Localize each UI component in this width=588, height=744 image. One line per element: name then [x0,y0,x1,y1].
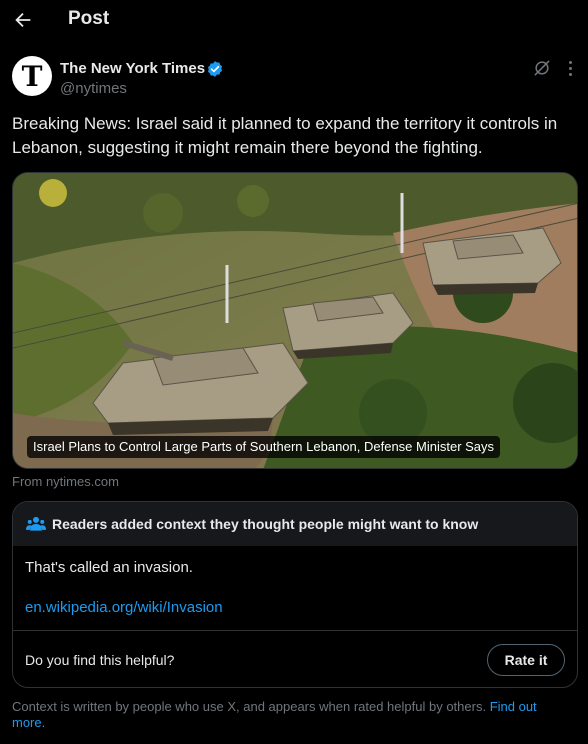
divider [13,630,577,631]
post-author: T The New York Times @nytimes [12,54,576,104]
grok-icon[interactable] [532,58,552,78]
verified-badge-icon [207,61,223,77]
top-bar: Post [0,0,588,40]
card-caption: Israel Plans to Control Large Parts of S… [27,436,501,458]
arrow-left-icon[interactable] [12,9,34,31]
community-note-header: Readers added context they thought peopl… [13,502,577,546]
community-note-link[interactable]: en.wikipedia.org/wiki/Invasion [25,599,223,616]
page-title: Post [68,8,110,29]
card-source[interactable]: From nytimes.com [12,474,119,489]
people-icon [26,516,46,531]
author-name[interactable]: The New York Times [60,60,205,77]
post-text: Breaking News: Israel said it planned to… [12,114,558,157]
community-note-title: Readers added context they thought peopl… [52,516,479,532]
helpful-question: Do you find this helpful? [25,652,175,668]
nyt-logo-icon: T [21,60,43,93]
avatar[interactable]: T [12,56,52,96]
link-card-image[interactable]: Israel Plans to Control Large Parts of S… [12,172,578,469]
more-options-icon[interactable] [562,58,578,78]
community-note: Readers added context they thought peopl… [12,501,578,688]
author-handle[interactable]: @nytimes [60,80,127,97]
context-disclaimer: Context is written by people who use X, … [12,699,572,731]
tanks-photo [13,173,577,468]
context-disclaimer-text: Context is written by people who use X, … [12,699,490,714]
community-note-text: That's called an invasion. [25,559,193,576]
rate-it-button[interactable]: Rate it [487,644,565,676]
